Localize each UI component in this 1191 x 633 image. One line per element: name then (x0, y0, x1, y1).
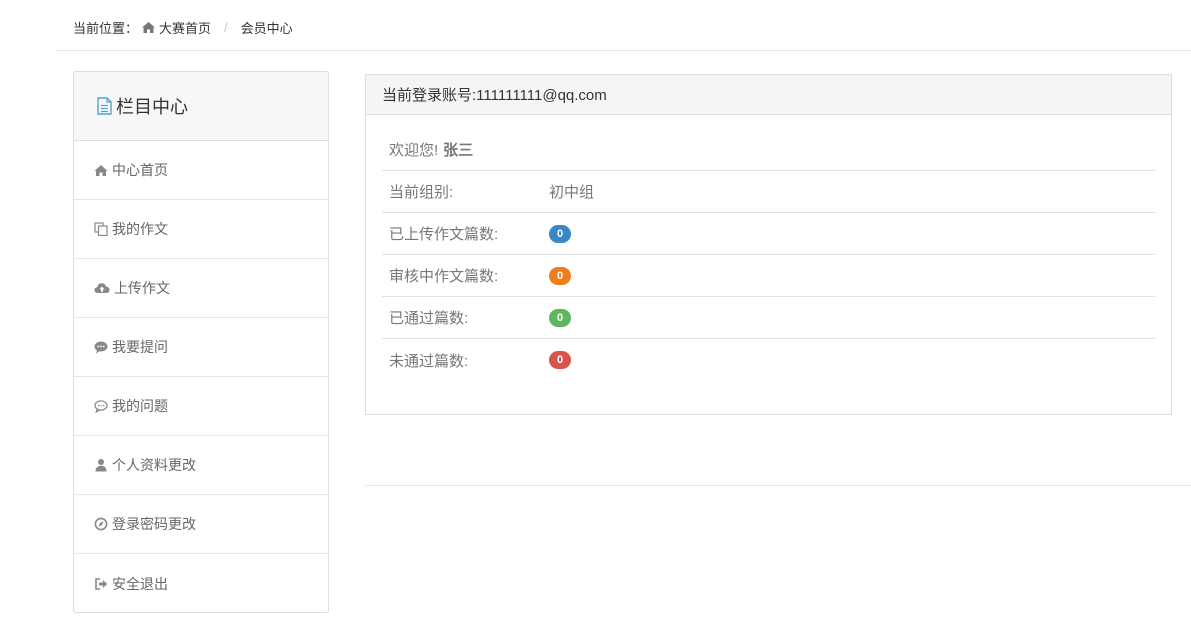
sidebar-item-change-password[interactable]: 登录密码更改 (74, 495, 328, 554)
sidebar-header: 栏目中心 (74, 72, 328, 141)
sidebar-title: 栏目中心 (116, 97, 188, 117)
bottom-divider (365, 485, 1191, 486)
reviewing-count-badge: 0 (549, 266, 571, 285)
document-icon (97, 97, 112, 115)
user-icon (95, 459, 107, 472)
breadcrumb-home-link[interactable]: 大赛首页 (138, 18, 211, 37)
sidebar-item-label: 安全退出 (112, 575, 168, 592)
sidebar-item-label: 我的作文 (112, 221, 168, 237)
passed-count-badge: 0 (549, 308, 571, 327)
panel-body: 欢迎您! 张三 当前组别: 初中组 已上传作文篇数: 0 审核中作文篇数: 0 … (366, 115, 1171, 381)
welcome-username: 张三 (443, 142, 474, 159)
welcome-row: 欢迎您! 张三 (382, 129, 1155, 171)
breadcrumb: 当前位置： 大赛首页 / 会员中心 (73, 17, 293, 37)
stat-label: 已通过篇数: (389, 310, 469, 327)
sidebar-item-ask-question[interactable]: 我要提问 (74, 318, 328, 377)
cloud-upload-icon (94, 283, 110, 293)
breadcrumb-current: 会员中心 (240, 20, 293, 36)
comment-outline-icon (94, 400, 108, 413)
sidebar-item-edit-profile[interactable]: 个人资料更改 (74, 436, 328, 495)
panel-header: 当前登录账号:111111111@qq.com (366, 75, 1171, 115)
breadcrumb-prefix: 当前位置： (73, 20, 139, 36)
account-panel: 当前登录账号:111111111@qq.com 欢迎您! 张三 当前组别: 初中… (365, 74, 1172, 415)
stat-label: 已上传作文篇数: (389, 226, 499, 243)
sidebar-item-label: 登录密码更改 (112, 516, 196, 532)
uploaded-count-row: 已上传作文篇数: 0 (382, 213, 1155, 255)
sign-out-icon (95, 577, 108, 590)
copy-icon (94, 222, 108, 236)
welcome-prefix: 欢迎您! (389, 142, 439, 159)
failed-count-row: 未通过篇数: 0 (382, 339, 1155, 381)
sidebar-item-label: 我的问题 (112, 398, 168, 414)
group-label: 当前组别: (389, 184, 454, 201)
sidebar: 栏目中心 中心首页 我的作文 上传作文 我要提问 我的问题 个人资料更改 登录密… (73, 71, 329, 613)
comment-icon (94, 341, 108, 354)
sidebar-item-label: 个人资料更改 (112, 457, 196, 473)
group-row: 当前组别: 初中组 (382, 171, 1155, 213)
stat-label: 审核中作文篇数: (389, 268, 499, 285)
top-divider (55, 50, 1191, 51)
breadcrumb-home-label: 大赛首页 (159, 20, 212, 36)
breadcrumb-separator: / (224, 19, 228, 35)
stat-label: 未通过篇数: (389, 352, 469, 370)
compass-icon (94, 517, 108, 531)
sidebar-item-upload-essay[interactable]: 上传作文 (74, 259, 328, 318)
sidebar-item-label: 中心首页 (112, 162, 168, 178)
sidebar-item-my-questions[interactable]: 我的问题 (74, 377, 328, 436)
group-value: 初中组 (549, 184, 595, 201)
sidebar-item-label: 我要提问 (112, 339, 168, 355)
sidebar-item-center-home[interactable]: 中心首页 (74, 141, 328, 200)
sidebar-item-logout[interactable]: 安全退出 (74, 554, 328, 613)
uploaded-count-badge: 0 (549, 224, 571, 243)
reviewing-count-row: 审核中作文篇数: 0 (382, 255, 1155, 297)
sidebar-item-label: 上传作文 (114, 280, 170, 296)
sidebar-item-my-essays[interactable]: 我的作文 (74, 200, 328, 259)
home-icon (142, 21, 156, 33)
failed-count-badge: 0 (549, 351, 571, 369)
passed-count-row: 已通过篇数: 0 (382, 297, 1155, 339)
home-icon (94, 165, 108, 176)
